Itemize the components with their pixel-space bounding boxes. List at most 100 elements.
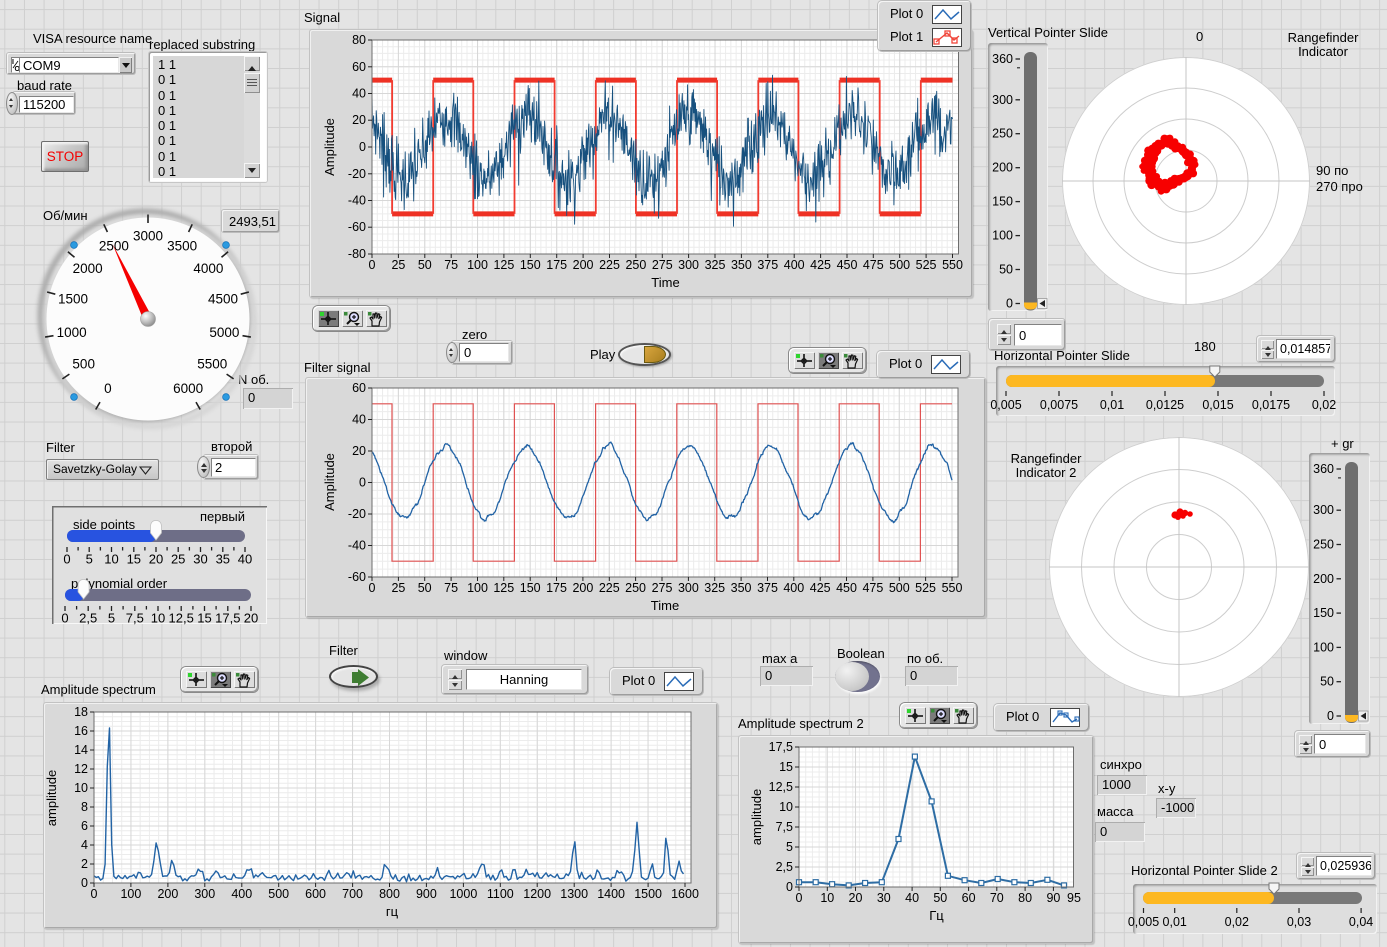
svg-text:2,5: 2,5 <box>79 611 97 626</box>
svg-text:0,03: 0,03 <box>1287 915 1311 929</box>
svg-text:0: 0 <box>61 611 68 626</box>
svg-text:200: 200 <box>157 887 178 901</box>
svg-text:150: 150 <box>992 195 1013 209</box>
svg-text:-20: -20 <box>347 167 365 181</box>
svg-text:Time: Time <box>651 275 679 290</box>
svg-text:175: 175 <box>546 581 567 595</box>
svg-text:475: 475 <box>862 258 883 272</box>
svg-text:35: 35 <box>216 552 230 567</box>
svg-text:0: 0 <box>786 880 793 894</box>
svg-text:14: 14 <box>74 743 88 757</box>
svg-text:0,0075: 0,0075 <box>1040 398 1078 412</box>
svg-text:200: 200 <box>1313 572 1334 586</box>
svg-text:30: 30 <box>193 552 207 567</box>
svg-text:95: 95 <box>1067 891 1081 905</box>
svg-text:-60: -60 <box>347 220 365 234</box>
svg-text:30: 30 <box>876 891 890 905</box>
svg-text:25: 25 <box>171 552 185 567</box>
svg-text:40: 40 <box>238 552 252 567</box>
svg-text:Гц: Гц <box>929 908 944 923</box>
svg-text:17,5: 17,5 <box>768 740 792 754</box>
svg-text:360: 360 <box>1313 462 1334 476</box>
svg-text:15: 15 <box>197 611 211 626</box>
svg-text:70: 70 <box>989 891 1003 905</box>
svg-text:0,015: 0,015 <box>1202 398 1233 412</box>
svg-text:20: 20 <box>352 444 366 458</box>
svg-text:0: 0 <box>104 381 112 396</box>
svg-text:0: 0 <box>91 887 98 901</box>
svg-text:50: 50 <box>999 263 1013 277</box>
svg-text:Amplitude: Amplitude <box>322 453 337 511</box>
svg-text:300: 300 <box>194 887 215 901</box>
svg-text:20: 20 <box>244 611 258 626</box>
svg-text:300: 300 <box>1313 503 1334 517</box>
svg-text:0,005: 0,005 <box>990 398 1021 412</box>
svg-text:25: 25 <box>391 258 405 272</box>
svg-text:16: 16 <box>74 724 88 738</box>
svg-text:150: 150 <box>1313 606 1334 620</box>
svg-text:350: 350 <box>731 581 752 595</box>
svg-text:300: 300 <box>678 581 699 595</box>
svg-text:525: 525 <box>915 258 936 272</box>
svg-text:350: 350 <box>730 258 751 272</box>
svg-text:60: 60 <box>961 891 975 905</box>
svg-text:100: 100 <box>992 229 1013 243</box>
svg-text:5500: 5500 <box>197 357 227 372</box>
svg-text:225: 225 <box>599 258 620 272</box>
svg-text:100: 100 <box>467 258 488 272</box>
svg-text:500: 500 <box>268 887 289 901</box>
svg-text:0: 0 <box>369 581 376 595</box>
svg-text:475: 475 <box>862 581 883 595</box>
svg-text:0: 0 <box>368 258 375 272</box>
svg-text:275: 275 <box>652 581 673 595</box>
svg-text:150: 150 <box>520 581 541 595</box>
svg-text:50: 50 <box>1320 675 1334 689</box>
svg-text:50: 50 <box>417 258 431 272</box>
svg-text:125: 125 <box>493 258 514 272</box>
svg-text:Time: Time <box>651 598 679 613</box>
svg-text:500: 500 <box>889 258 910 272</box>
svg-text:0,01: 0,01 <box>1163 915 1187 929</box>
svg-text:20: 20 <box>352 113 366 127</box>
svg-text:2: 2 <box>81 857 88 871</box>
svg-text:1400: 1400 <box>597 887 625 901</box>
svg-text:100: 100 <box>467 581 488 595</box>
svg-text:400: 400 <box>231 887 252 901</box>
svg-text:20: 20 <box>848 891 862 905</box>
svg-text:12: 12 <box>74 762 88 776</box>
svg-text:0: 0 <box>63 552 70 567</box>
svg-text:40: 40 <box>905 891 919 905</box>
svg-text:800: 800 <box>379 887 400 901</box>
svg-text:10: 10 <box>151 611 165 626</box>
svg-text:0: 0 <box>81 876 88 890</box>
svg-text:1600: 1600 <box>671 887 699 901</box>
svg-text:425: 425 <box>810 581 831 595</box>
svg-text:-40: -40 <box>347 194 365 208</box>
svg-text:гц: гц <box>386 904 399 919</box>
svg-text:200: 200 <box>572 258 593 272</box>
svg-text:0,01: 0,01 <box>1100 398 1124 412</box>
svg-text:-80: -80 <box>347 247 365 261</box>
svg-text:4500: 4500 <box>208 291 238 306</box>
svg-text:0: 0 <box>1327 709 1334 723</box>
svg-text:80: 80 <box>352 33 366 47</box>
svg-text:425: 425 <box>810 258 831 272</box>
svg-text:275: 275 <box>651 258 672 272</box>
svg-text:250: 250 <box>625 258 646 272</box>
svg-text:400: 400 <box>783 258 804 272</box>
svg-text:10: 10 <box>104 552 118 567</box>
svg-text:200: 200 <box>992 161 1013 175</box>
svg-text:17,5: 17,5 <box>215 611 240 626</box>
svg-text:7,5: 7,5 <box>775 820 792 834</box>
svg-text:375: 375 <box>757 258 778 272</box>
svg-text:500: 500 <box>72 357 95 372</box>
svg-text:75: 75 <box>444 581 458 595</box>
svg-text:100: 100 <box>120 887 141 901</box>
svg-text:90: 90 <box>1046 891 1060 905</box>
svg-text:5: 5 <box>86 552 93 567</box>
svg-text:-20: -20 <box>348 507 366 521</box>
svg-text:50: 50 <box>418 581 432 595</box>
svg-text:550: 550 <box>942 258 963 272</box>
svg-text:450: 450 <box>836 581 857 595</box>
svg-text:25: 25 <box>391 581 405 595</box>
